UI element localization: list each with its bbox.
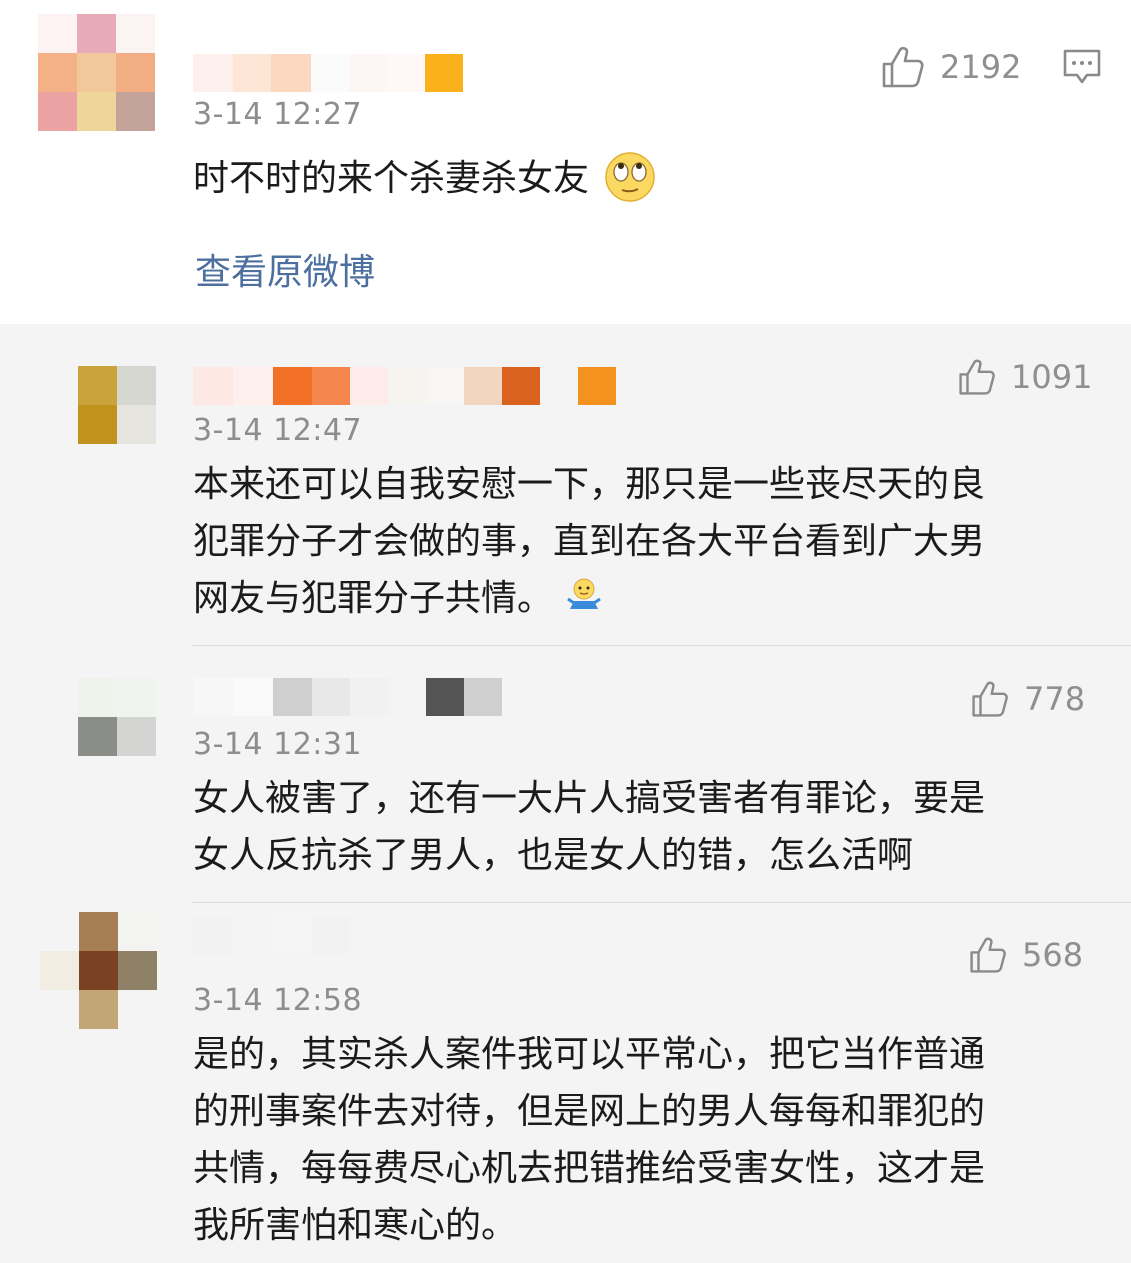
thumbs-up-icon [972, 681, 1008, 717]
comment-line: 女人被害了，还有一大片人搞受害者有罪论，要是 [193, 778, 986, 819]
comment-text: 本来还可以自我安慰一下，那只是一些丧尽天的良 犯罪分子才会做的事，直到在各大平台… [193, 456, 985, 627]
comment-line: 本来还可以自我安慰一下，那只是一些丧尽天的良 [193, 464, 986, 505]
rolling-eyes-icon [605, 152, 656, 202]
reply-list: 3-14 12:47 1091 本来还可以自我安慰一下，那只是一些丧尽天的良 犯… [0, 324, 1131, 1263]
shrug-icon [567, 578, 602, 609]
like-button[interactable]: 778 [970, 676, 1085, 722]
avatar[interactable] [40, 912, 157, 1029]
comment-line: 我所害怕和寒心的。 [193, 1205, 518, 1246]
comment-time: 3-14 12:47 [193, 413, 363, 448]
view-original-link[interactable]: 查看原微博 [195, 243, 375, 295]
like-button[interactable]: 568 [968, 932, 1083, 978]
divider [192, 902, 1131, 903]
comment-text: 女人被害了，还有一大片人搞受害者有罪论，要是 女人反抗杀了男人，也是女人的错，怎… [193, 770, 985, 884]
divider [192, 645, 1131, 646]
comment-text-content: 时不时的来个杀妻杀女友 [193, 158, 590, 199]
comment-time: 3-14 12:58 [193, 983, 363, 1018]
avatar[interactable] [78, 678, 156, 756]
like-count: 778 [1024, 680, 1086, 718]
username-masked[interactable] [193, 54, 463, 92]
thumbs-up-icon [882, 46, 924, 88]
comment-time: 3-14 12:27 [193, 97, 363, 132]
thumbs-up-icon [959, 359, 995, 395]
comment-icon[interactable] [1062, 48, 1102, 86]
comment-line: 女人反抗杀了男人，也是女人的错，怎么活啊 [193, 835, 914, 876]
like-count: 2192 [940, 48, 1022, 86]
comment-text: 时不时的来个杀妻杀女友 [193, 150, 656, 207]
comment-line: 犯罪分子才会做的事，直到在各大平台看到广大男 [193, 521, 986, 562]
like-button[interactable]: 2192 [880, 44, 1021, 90]
comment-line: 是的，其实杀人案件我可以平常心，把它当作普通 [193, 1034, 986, 1075]
avatar[interactable] [78, 366, 156, 444]
comment-line: 共情，每每费尽心机去把错推给受害女性，这才是 [193, 1148, 986, 1189]
comment-time: 3-14 12:31 [193, 727, 363, 762]
like-count: 1091 [1011, 358, 1093, 396]
comment-text: 是的，其实杀人案件我可以平常心，把它当作普通 的刑事案件去对待，但是网上的男人每… [193, 1026, 985, 1254]
comment-line-last: 网友与犯罪分子共情。 [193, 570, 985, 627]
comment-line: 网友与犯罪分子共情。 [193, 578, 554, 619]
like-button[interactable]: 1091 [957, 354, 1092, 400]
main-comment: 3-14 12:27 2192 时不时的来个杀妻杀女友 查看原微博 [0, 0, 1131, 324]
username-masked[interactable] [193, 678, 502, 716]
username-masked[interactable] [193, 916, 350, 954]
like-count: 568 [1022, 936, 1084, 974]
thumbs-up-icon [970, 937, 1006, 973]
avatar[interactable] [38, 14, 156, 132]
comment-line: 的刑事案件去对待，但是网上的男人每每和罪犯的 [193, 1091, 986, 1132]
username-masked[interactable] [193, 367, 616, 405]
